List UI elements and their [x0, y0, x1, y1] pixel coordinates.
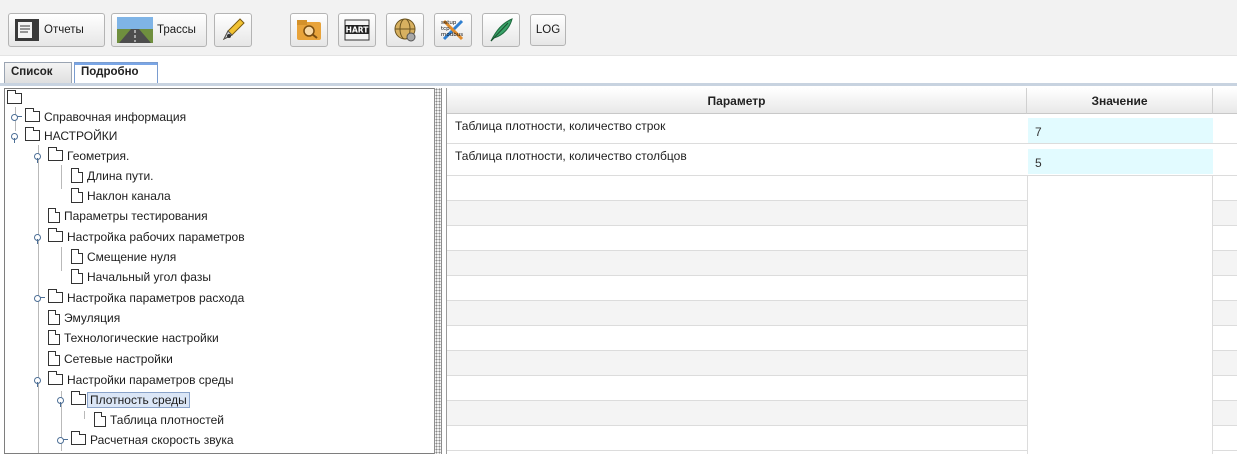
modbus-label: modbus: [441, 32, 463, 38]
tracks-button[interactable]: Трассы: [111, 13, 207, 47]
document-icon: [71, 249, 83, 264]
tree-item-network-settings[interactable]: Сетевые настройки: [48, 349, 173, 368]
folder-icon: [48, 228, 63, 242]
document-icon: [94, 412, 106, 427]
folder-icon: [25, 127, 40, 141]
document-icon: [71, 188, 83, 203]
expand-toggle-icon[interactable]: [57, 435, 68, 445]
folder-icon: [71, 431, 86, 445]
tree-item-reference-info[interactable]: Справочная информация: [11, 107, 186, 126]
feather-button[interactable]: [482, 13, 520, 47]
tree-item-phase-angle[interactable]: Начальный угол фазы: [71, 267, 211, 286]
tab-list[interactable]: Список: [4, 62, 72, 84]
folder-icon: [48, 147, 63, 161]
view-tabs: Список Подробно: [0, 62, 1237, 85]
folder-icon: [25, 108, 40, 122]
document-icon: [48, 330, 60, 345]
tree-item-zero-offset[interactable]: Смещение нуля: [71, 247, 176, 266]
folder-search-icon: [296, 17, 322, 43]
folder-icon: [48, 289, 63, 303]
settings-tree[interactable]: Справочная информация НАСТРОЙКИ Геометри…: [4, 88, 434, 454]
selected-item-label: Плотность среды: [87, 391, 190, 408]
tree-item-flow-params[interactable]: Настройка параметров расхода: [34, 288, 244, 307]
log-label: LOG: [535, 24, 561, 36]
tree-item-tech-settings[interactable]: Технологические настройки: [48, 328, 219, 347]
globe-icon: [392, 17, 418, 43]
setup-tcp-modbus-icon: setup tcp modbus: [440, 17, 466, 43]
column-header-value[interactable]: Значение: [1027, 88, 1213, 114]
tree-item-channel-tilt[interactable]: Наклон канала: [71, 186, 171, 205]
tree-root[interactable]: [7, 89, 26, 108]
globe-button[interactable]: [386, 13, 424, 47]
feather-icon: [488, 17, 514, 43]
document-icon: [48, 351, 60, 366]
hart-icon: HART: [344, 17, 370, 43]
collapse-toggle-icon[interactable]: [34, 375, 44, 387]
tab-details[interactable]: Подробно: [74, 62, 158, 85]
column-header-parameter[interactable]: Параметр: [447, 88, 1027, 114]
tracks-label: Трассы: [157, 24, 196, 36]
reports-label: Отчеты: [44, 24, 84, 36]
report-icon: [14, 17, 40, 43]
pen-icon: [220, 17, 246, 43]
tree-item-emulation[interactable]: Эмуляция: [48, 308, 120, 327]
collapse-toggle-icon[interactable]: [34, 151, 44, 163]
document-icon: [48, 208, 60, 223]
tab-divider: [0, 83, 1237, 86]
tree-item-density-table[interactable]: Таблица плотностей: [94, 410, 224, 429]
collapse-toggle-icon[interactable]: [34, 232, 44, 244]
log-button[interactable]: LOG: [530, 14, 566, 46]
folder-icon: [7, 90, 22, 104]
folder-icon: [48, 371, 63, 385]
tree-item-medium-params[interactable]: Настройки параметров среды: [34, 370, 233, 389]
column-header-empty: [1213, 88, 1237, 114]
panel-splitter[interactable]: [434, 88, 442, 454]
tree-item-settings[interactable]: НАСТРОЙКИ: [11, 126, 117, 145]
folder-icon: [71, 391, 86, 405]
tree-item-path-length[interactable]: Длина пути.: [71, 166, 154, 185]
tree-item-test-params[interactable]: Параметры тестирования: [48, 206, 208, 225]
hart-button[interactable]: HART: [338, 13, 376, 47]
tree-item-working-params[interactable]: Настройка рабочих параметров: [34, 227, 245, 246]
toolbar: Отчеты Трассы HART setup tcp modbus LOG: [0, 0, 1237, 56]
value-cell[interactable]: 7: [1028, 118, 1213, 143]
parameter-cell: Таблица плотности, количество строк: [455, 119, 666, 133]
document-icon: [48, 310, 60, 325]
road-icon: [117, 17, 153, 43]
tree-item-sound-speed[interactable]: Расчетная скорость звука: [57, 430, 234, 449]
tree-item-medium-density[interactable]: Плотность среды: [57, 390, 190, 409]
collapse-toggle-icon[interactable]: [57, 395, 67, 407]
hart-icon-text: HART: [346, 26, 370, 35]
tree-item-geometry[interactable]: Геометрия.: [34, 146, 129, 165]
parameters-table: Параметр Значение Таблица плотности, кол…: [446, 88, 1237, 454]
value-column: [1027, 176, 1213, 454]
expand-toggle-icon[interactable]: [11, 112, 22, 122]
document-icon: [71, 168, 83, 183]
value-cell[interactable]: 5: [1028, 149, 1213, 174]
folder-search-button[interactable]: [290, 13, 328, 47]
document-icon: [71, 269, 83, 284]
setup-tcp-modbus-button[interactable]: setup tcp modbus: [434, 13, 472, 47]
expand-toggle-icon[interactable]: [34, 293, 45, 303]
parameter-cell: Таблица плотности, количество столбцов: [455, 149, 687, 163]
edit-button[interactable]: [214, 13, 252, 47]
collapse-toggle-icon[interactable]: [11, 131, 21, 143]
reports-button[interactable]: Отчеты: [8, 13, 105, 47]
